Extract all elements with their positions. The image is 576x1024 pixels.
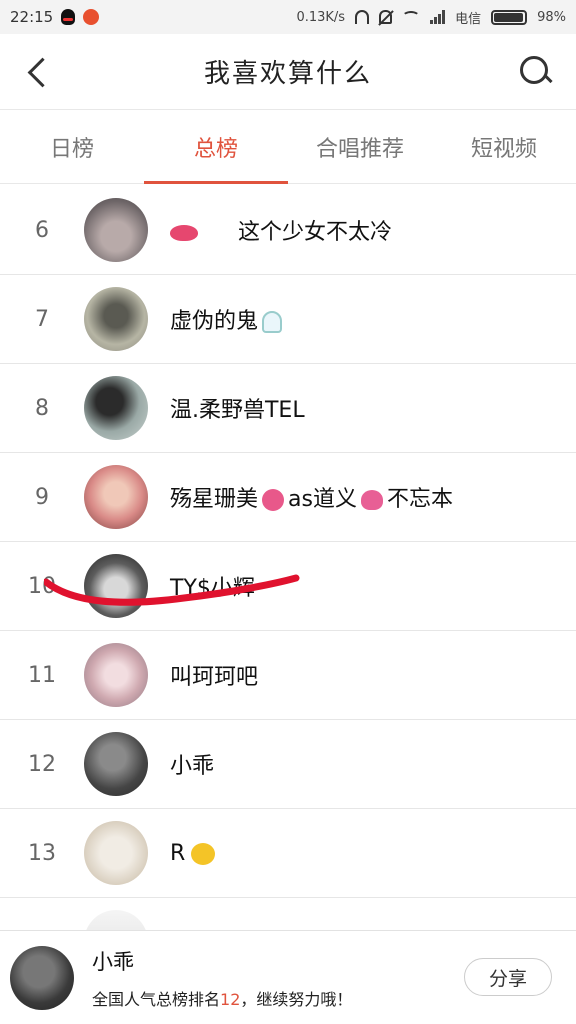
list-item[interactable]: 12 小乖 [0, 720, 576, 809]
wifi-icon [402, 11, 421, 23]
network-speed: 0.13K/s [296, 9, 346, 25]
bottom-rank-desc: 全国人气总榜排名12，继续努力哦！ [92, 989, 353, 1009]
status-time: 22:15 [10, 8, 54, 26]
list-item[interactable]: 13 R [0, 809, 576, 898]
tab-chorus-recommend[interactable]: 合唱推荐 [288, 110, 432, 183]
emoji-face-icon [191, 842, 216, 865]
user-name: R [170, 841, 216, 866]
chevron-left-icon[interactable] [22, 54, 58, 90]
avatar[interactable] [84, 287, 148, 351]
bottom-user-name: 小乖 [92, 949, 134, 974]
avatar[interactable] [84, 643, 148, 707]
app-notification-icon [83, 9, 100, 25]
user-name: 这个少女不太冷 [170, 214, 392, 246]
avatar[interactable] [84, 376, 148, 440]
avatar[interactable] [84, 821, 148, 885]
battery-icon [491, 9, 528, 25]
list-item[interactable] [0, 898, 576, 931]
flower-icon [262, 489, 285, 511]
list-item[interactable]: 10 TY$小辉 [0, 542, 576, 631]
rank-number: 8 [35, 395, 49, 421]
user-name: 小乖 [170, 754, 215, 779]
rank-number: 7 [35, 306, 49, 332]
user-name: TY$小辉 [170, 576, 255, 601]
headset-icon [355, 10, 370, 24]
avatar[interactable] [84, 554, 148, 618]
search-icon[interactable] [516, 52, 556, 92]
battery-percent: 98% [537, 9, 566, 25]
tab-short-video[interactable]: 短视频 [432, 110, 576, 183]
status-right: 0.13K/s 电信 98% [296, 8, 566, 27]
share-button[interactable]: 分享 [464, 958, 552, 996]
bottom-info: 小乖 全国人气总榜排名12，继续努力哦！ [92, 946, 352, 1010]
signal-icon [430, 10, 446, 24]
list-item[interactable]: 7 虚伪的鬼 [0, 275, 576, 364]
tab-overall[interactable]: 总榜 [144, 110, 288, 184]
avatar[interactable] [84, 198, 148, 262]
rank-number: 12 [28, 751, 56, 777]
status-left: 22:15 [10, 8, 100, 26]
user-name: 温.柔野兽TEL [170, 398, 305, 423]
heart-icon [360, 490, 383, 510]
rank-number: 6 [35, 217, 49, 243]
list-item[interactable]: 9 殇星珊美 as道义 不忘本 [0, 453, 576, 542]
page-title: 我喜欢算什么 [203, 59, 372, 89]
avatar[interactable] [84, 910, 148, 931]
list-item[interactable]: 11 叫珂珂吧 [0, 631, 576, 720]
list-item[interactable]: 6 这个少女不太冷 [0, 186, 576, 275]
user-name: 叫珂珂吧 [170, 665, 259, 690]
ranking-list: 6 这个少女不太冷 7 虚伪的鬼 8 温.柔野兽TEL 9 殇星珊美 as道义 不忘… [0, 186, 576, 931]
rank-highlight: 12 [220, 989, 241, 1009]
rank-number: 10 [28, 573, 56, 599]
rank-number: 11 [28, 662, 56, 688]
ghost-icon [262, 311, 283, 333]
tab-bar: 日榜 总榜 合唱推荐 短视频 [0, 110, 576, 184]
rank-number: 13 [28, 840, 56, 866]
avatar[interactable] [84, 732, 148, 796]
qq-icon [61, 9, 76, 25]
list-item[interactable]: 8 温.柔野兽TEL [0, 364, 576, 453]
tab-daily[interactable]: 日榜 [0, 110, 144, 183]
avatar[interactable] [10, 945, 74, 1010]
carrier-name: 电信 [455, 11, 482, 27]
bottom-bar: 小乖 全国人气总榜排名12，继续努力哦！ 分享 [0, 930, 576, 1024]
lips-icon [170, 225, 198, 241]
header: 我喜欢算什么 [0, 34, 576, 110]
rank-number: 9 [35, 484, 49, 510]
avatar[interactable] [84, 465, 148, 529]
user-name: 虚伪的鬼 [170, 303, 283, 335]
user-name: 殇星珊美 as道义 不忘本 [170, 487, 453, 512]
status-bar: 22:15 0.13K/s 电信 98% [0, 0, 576, 34]
mute-icon [379, 10, 393, 24]
